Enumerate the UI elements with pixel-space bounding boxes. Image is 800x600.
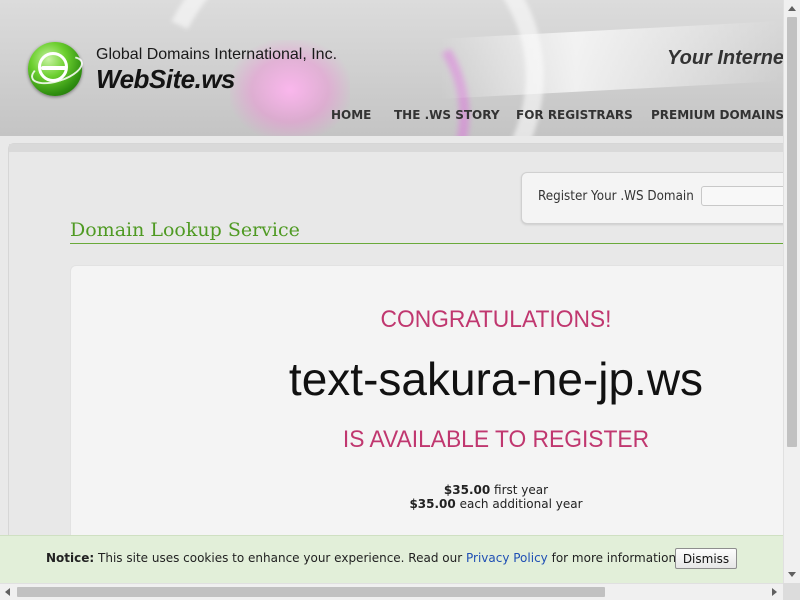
content-top-band <box>9 144 783 152</box>
cookie-notice-label: Notice: <box>46 551 95 565</box>
logo-bar <box>41 66 67 70</box>
scroll-up-arrow-icon[interactable] <box>788 6 796 11</box>
nav-ws-story[interactable]: THE .WS STORY <box>394 108 500 122</box>
section-title: Domain Lookup Service <box>70 219 300 241</box>
privacy-policy-link[interactable]: Privacy Policy <box>466 551 548 565</box>
nav-for-registrars[interactable]: FOR REGISTRARS <box>516 108 633 122</box>
page-viewport: Global Domains International, Inc. WebSi… <box>0 0 783 583</box>
horizontal-scroll-thumb[interactable] <box>17 587 605 597</box>
price-additional-year: $35.00 each additional year <box>71 497 783 511</box>
scroll-down-arrow-icon[interactable] <box>788 572 796 577</box>
price-label: first year <box>494 483 549 497</box>
cookie-notice-text: Notice: This site uses cookies to enhanc… <box>46 551 680 565</box>
horizontal-scrollbar[interactable] <box>0 583 783 600</box>
dismiss-button[interactable]: Dismiss <box>675 548 737 569</box>
nav-premium-domains[interactable]: PREMIUM DOMAINS <box>651 108 783 122</box>
scroll-left-arrow-icon[interactable] <box>5 588 10 596</box>
brand-logo-text[interactable]: WebSite.ws <box>96 64 236 95</box>
company-name[interactable]: Global Domains International, Inc. <box>96 46 337 64</box>
globe-e-logo-icon[interactable] <box>27 42 87 96</box>
scroll-right-arrow-icon[interactable] <box>772 588 777 596</box>
header-tagline: Your Interne <box>667 47 783 69</box>
price-first-year: $35.00 first year <box>71 483 783 497</box>
vertical-scrollbar[interactable] <box>783 0 800 583</box>
cookie-notice-bar: Notice: This site uses cookies to enhanc… <box>0 535 783 583</box>
section-divider <box>70 243 783 244</box>
price-amount: $35.00 <box>409 497 456 511</box>
content-panel: Register Your .WS Domain Domain Lookup S… <box>8 143 783 583</box>
result-heading: CONGRATULATIONS! <box>380 306 612 333</box>
cookie-notice-message: This site uses cookies to enhance your e… <box>98 551 463 565</box>
register-domain-label: Register Your .WS Domain <box>538 189 694 204</box>
main-nav: HOME THE .WS STORY FOR REGISTRARS PREMIU… <box>0 108 783 128</box>
result-status: IS AVAILABLE TO REGISTER <box>342 426 650 453</box>
nav-home[interactable]: HOME <box>331 108 371 122</box>
site-header: Global Domains International, Inc. WebSi… <box>0 0 783 136</box>
price-amount: $35.00 <box>443 483 491 497</box>
result-domain-name: text-sakura-ne-jp.ws <box>288 353 704 405</box>
register-domain-input[interactable] <box>701 186 783 206</box>
cookie-notice-message-end: for more information. <box>551 551 680 565</box>
price-label: each additional year <box>459 497 583 511</box>
vertical-scroll-thumb[interactable] <box>787 17 797 447</box>
register-domain-box: Register Your .WS Domain <box>521 172 783 224</box>
scrollbar-corner <box>783 583 800 600</box>
